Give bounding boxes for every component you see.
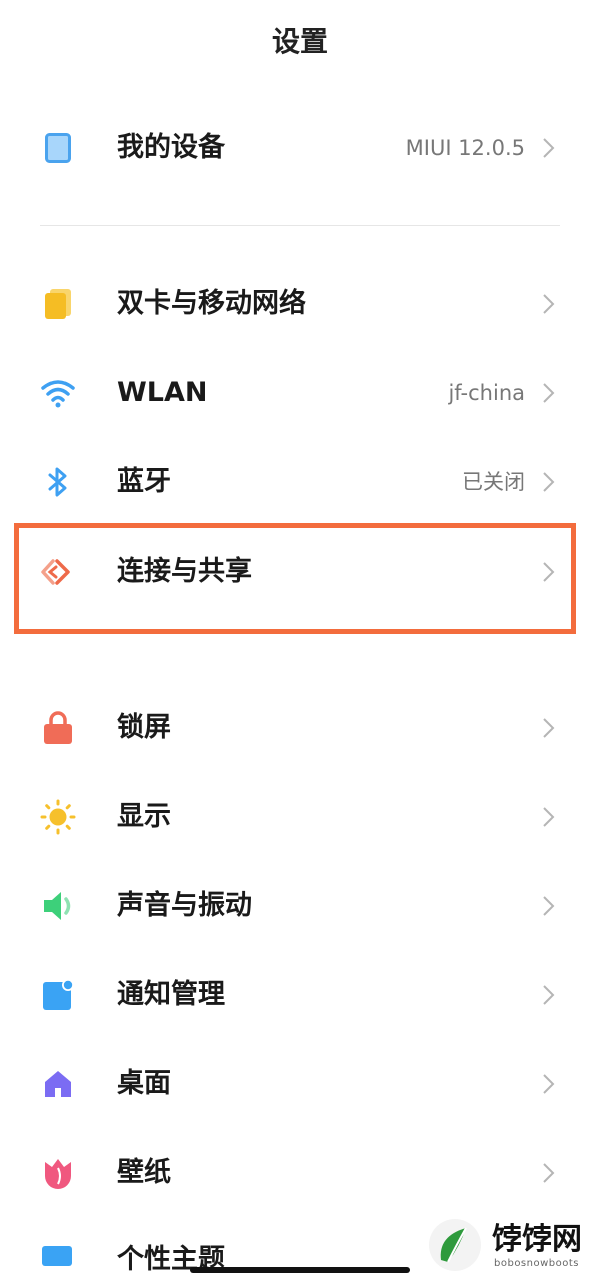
notification-icon — [38, 975, 78, 1015]
chevron-right-icon — [543, 985, 555, 1005]
watermark-title: 饽饽网 — [492, 1222, 582, 1257]
row-value: 已关闭 — [462, 470, 525, 494]
watermark: 饽饽网 bobosnowboots — [422, 1210, 592, 1276]
row-label: 我的设备 — [117, 132, 225, 163]
home-icon — [38, 1064, 78, 1104]
divider — [40, 225, 560, 226]
row-home-screen[interactable]: 桌面 — [0, 1044, 600, 1124]
row-notification-management[interactable]: 通知管理 — [0, 955, 600, 1035]
chevron-right-icon — [543, 896, 555, 916]
row-my-device[interactable]: 我的设备 MIUI 12.0.5 — [0, 108, 600, 188]
row-value: jf-china — [448, 381, 525, 405]
watermark-subtitle: bobosnowboots — [494, 1258, 579, 1269]
chevron-right-icon — [543, 1074, 555, 1094]
row-label: 壁纸 — [117, 1157, 171, 1188]
row-label: 桌面 — [117, 1068, 171, 1099]
highlight-box — [14, 523, 576, 634]
tulip-icon — [38, 1153, 78, 1193]
row-wallpaper[interactable]: 壁纸 — [0, 1133, 600, 1213]
row-value: MIUI 12.0.5 — [405, 136, 525, 160]
row-lock-screen[interactable]: 锁屏 — [0, 688, 600, 768]
row-label: 声音与振动 — [117, 890, 252, 921]
lock-icon — [38, 708, 78, 748]
speaker-icon — [38, 886, 78, 926]
row-label: 锁屏 — [117, 712, 171, 743]
chevron-right-icon — [543, 807, 555, 827]
row-label: 通知管理 — [117, 979, 225, 1010]
row-bluetooth[interactable]: 蓝牙 已关闭 — [0, 442, 600, 522]
home-indicator[interactable] — [190, 1267, 410, 1273]
chevron-right-icon — [543, 472, 555, 492]
chevron-right-icon — [543, 138, 555, 158]
watermark-logo-icon — [429, 1219, 481, 1271]
row-label: 双卡与移动网络 — [117, 288, 306, 319]
row-label: WLAN — [117, 377, 208, 408]
row-sim-mobile-network[interactable]: 双卡与移动网络 — [0, 264, 600, 344]
page-title: 设置 — [271, 25, 328, 58]
row-wlan[interactable]: WLAN jf-china — [0, 353, 600, 433]
wifi-icon — [38, 373, 78, 413]
bluetooth-icon — [38, 462, 78, 502]
row-label: 显示 — [117, 801, 171, 832]
chevron-right-icon — [543, 1163, 555, 1183]
sim-card-icon — [38, 284, 78, 324]
row-display[interactable]: 显示 — [0, 777, 600, 857]
sun-icon — [38, 797, 78, 837]
row-label: 个性主题 — [117, 1244, 225, 1275]
chevron-right-icon — [543, 383, 555, 403]
row-label: 蓝牙 — [117, 466, 171, 497]
chevron-right-icon — [543, 294, 555, 314]
tablet-icon — [38, 128, 78, 168]
chevron-right-icon — [543, 718, 555, 738]
row-sound-vibration[interactable]: 声音与振动 — [0, 866, 600, 946]
